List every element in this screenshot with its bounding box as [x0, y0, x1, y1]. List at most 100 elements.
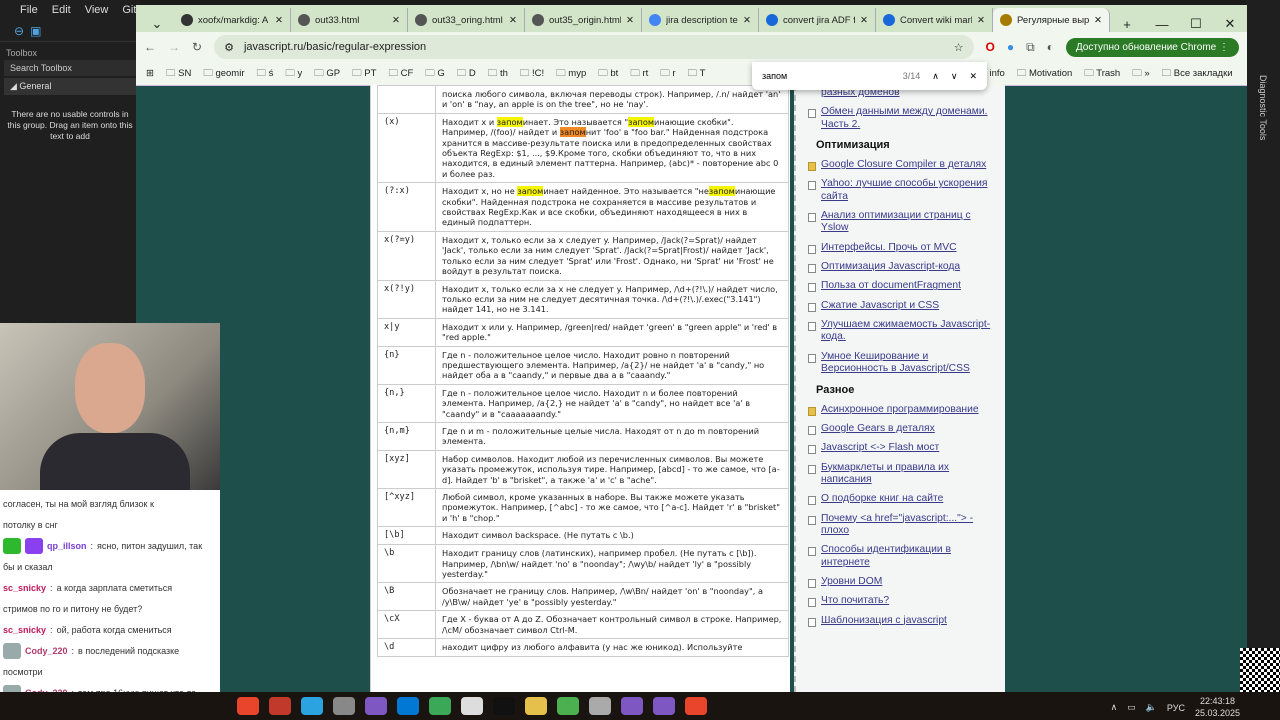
extension-icon[interactable]: ●	[1007, 40, 1014, 54]
bookmark-item[interactable]: 🗀 Trash	[1084, 66, 1120, 82]
sidebar-item[interactable]: Интерфейсы. Прочь от MVC	[796, 240, 1005, 259]
site-info-icon[interactable]: ⚙	[224, 41, 234, 54]
sidebar-link[interactable]: Почему <a href="javascript:..."> - плохо	[821, 513, 997, 538]
bookmark-item[interactable]: 🗀 GP	[314, 66, 340, 82]
tab-item[interactable]: xoofx/markdig: A fast ✕	[174, 8, 291, 32]
bookmark-item[interactable]: 🗀 Все закладки	[1162, 66, 1233, 82]
diagnostic-tools-label[interactable]: Diagnostic Tools	[1258, 75, 1268, 140]
tab-item[interactable]: out33_oring.html ✕	[408, 8, 525, 32]
find-next-button[interactable]: ∨	[951, 71, 958, 82]
sidebar-item[interactable]: О подборке книг на сайте	[796, 491, 1005, 510]
tab-close-icon[interactable]: ✕	[977, 15, 985, 26]
sidebar-item[interactable]: Сжатие Javascript и CSS	[796, 298, 1005, 317]
back-icon[interactable]: ⊖	[14, 24, 24, 38]
chat-username[interactable]: sc_snicky	[3, 625, 46, 635]
sidebar-item[interactable]: Google Closure Compiler в деталях	[796, 157, 1005, 176]
tray-chevron-icon[interactable]: ∧	[1111, 702, 1118, 713]
taskbar-app-icon[interactable]	[621, 697, 643, 715]
sidebar-link[interactable]: Асинхронное программирование	[821, 404, 979, 416]
sidebar-item[interactable]: Оптимизация Javascript-кода	[796, 259, 1005, 278]
sidebar-link[interactable]: Google Gears в деталях	[821, 423, 935, 435]
sidebar-link[interactable]: Умное Кеширование и Версионность в Javas…	[821, 351, 997, 376]
new-tab-button[interactable]: +	[1110, 17, 1144, 32]
bookmark-item[interactable]: 🗀 Motivation	[1017, 66, 1072, 82]
sidebar-item[interactable]: Асинхронное программирование	[796, 402, 1005, 421]
bookmark-item[interactable]: 🗀 SN	[166, 66, 191, 82]
taskbar-app-icon[interactable]	[269, 697, 291, 715]
sidebar-item[interactable]: Улучшаем сжимаемость Javascript-кода.	[796, 317, 1005, 349]
sidebar-item[interactable]: Обмен данными между доменами. Часть 2.	[796, 104, 1005, 136]
find-input[interactable]: запом	[762, 71, 891, 81]
opera-extension-icon[interactable]: O	[986, 40, 995, 54]
sidebar-item[interactable]: Способы идентификации в интернете	[796, 542, 1005, 574]
chat-username[interactable]: sc_snicky	[3, 583, 46, 593]
taskbar-app-icon[interactable]	[333, 697, 355, 715]
sidebar-item[interactable]: Yahoo: лучшие способы ускорения сайта	[796, 176, 1005, 208]
taskbar-app-icon[interactable]	[365, 697, 387, 715]
tab-close-icon[interactable]: ✕	[392, 15, 400, 26]
taskbar-app-icon[interactable]	[429, 697, 451, 715]
find-prev-button[interactable]: ∧	[932, 71, 939, 82]
bookmark-item[interactable]: 🗀 y	[285, 66, 302, 82]
sidebar-link[interactable]: Интерфейсы. Прочь от MVC	[821, 242, 957, 254]
sidebar-link[interactable]: Шаблонизация с javascript	[821, 615, 947, 627]
bookmark-item[interactable]: 🗀 th	[488, 66, 508, 82]
volume-icon[interactable]: 🔈	[1146, 702, 1157, 713]
save-icon[interactable]: ▣	[30, 24, 41, 38]
sidebar-link[interactable]: Уровни DOM	[821, 576, 882, 588]
apps-icon[interactable]: ⊞	[146, 68, 154, 79]
tab-close-icon[interactable]: ✕	[275, 15, 283, 26]
bookmark-item[interactable]: 🗀 PT	[352, 66, 376, 82]
bookmark-item[interactable]: 🗀 myp	[556, 66, 586, 82]
maximize-button[interactable]: ☐	[1179, 16, 1213, 32]
minimize-button[interactable]: —	[1145, 17, 1179, 32]
back-button[interactable]: ←	[144, 40, 156, 54]
toolbox-search-input[interactable]: Search Toolbox	[4, 60, 140, 76]
vs-menu-view[interactable]: View	[85, 4, 109, 16]
tab-item[interactable]: Регулярные выраж ✕	[993, 8, 1110, 32]
sidebar-link[interactable]: Yahoo: лучшие способы ускорения сайта	[821, 178, 997, 203]
bookmark-item[interactable]: 🗀 r	[660, 66, 675, 82]
sidebar-link[interactable]: Javascript <-> Flash мост	[821, 442, 939, 454]
taskbar-app-icon[interactable]	[301, 697, 323, 715]
taskbar-app-icon[interactable]	[237, 697, 259, 715]
tab-close-icon[interactable]: ✕	[860, 15, 868, 26]
bookmark-item[interactable]: 🗀 G	[425, 66, 445, 82]
toolbox-general-group[interactable]: ◢ General	[4, 78, 140, 95]
tab-item[interactable]: out35_origin.html ✕	[525, 8, 642, 32]
bookmark-item[interactable]: 🗀 bt	[598, 66, 618, 82]
tab-close-icon[interactable]: ✕	[509, 15, 517, 26]
chat-username[interactable]: Cody_220	[25, 646, 68, 656]
sidebar-link[interactable]: Что почитать?	[821, 595, 889, 607]
tab-item[interactable]: jira description text ✕	[642, 8, 759, 32]
tab-item[interactable]: Convert wiki markup ✕	[876, 8, 993, 32]
sidebar-item[interactable]: Почему <a href="javascript:..."> - плохо	[796, 511, 1005, 543]
chrome-update-button[interactable]: Доступно обновление Chrome ⋮	[1065, 37, 1239, 57]
bookmark-item[interactable]: 🗀 »	[1132, 66, 1149, 82]
sidebar-link[interactable]: Анализ оптимизации страниц с Yslow	[821, 210, 997, 235]
sidebar-link[interactable]: Google Closure Compiler в деталях	[821, 159, 986, 171]
language-indicator[interactable]: РУС	[1167, 703, 1185, 713]
bookmark-item[interactable]: 🗀 D	[457, 66, 476, 82]
close-window-button[interactable]: ✕	[1213, 16, 1247, 32]
clock[interactable]: 22:43:18 25.03.2025	[1195, 696, 1240, 719]
bookmark-item[interactable]: 🗀 T	[688, 66, 706, 82]
vs-menu-edit[interactable]: Edit	[52, 4, 71, 16]
taskbar-app-icon[interactable]	[461, 697, 483, 715]
sidebar-item[interactable]: Польза от documentFragment	[796, 278, 1005, 297]
bookmark-item[interactable]: 🗀 rt	[630, 66, 648, 82]
tab-item[interactable]: out33.html ✕	[291, 8, 408, 32]
network-icon[interactable]: ▭	[1127, 702, 1136, 713]
vs-menu-git[interactable]: Git	[122, 4, 136, 16]
sidebar-link[interactable]: Сжатие Javascript и CSS	[821, 300, 939, 312]
reload-button[interactable]: ↻	[192, 40, 202, 54]
tab-search-button[interactable]: ⌄	[140, 16, 174, 32]
address-bar[interactable]: ⚙ javascript.ru/basic/regular-expression ☆	[214, 35, 974, 59]
bookmark-star-icon[interactable]: ☆	[954, 41, 964, 54]
sidebar-item[interactable]: Анализ оптимизации страниц с Yslow	[796, 208, 1005, 240]
sidebar-item[interactable]: Умное Кеширование и Версионность в Javas…	[796, 349, 1005, 381]
tab-close-icon[interactable]: ✕	[626, 15, 634, 26]
sidebar-item[interactable]: Javascript <-> Flash мост	[796, 440, 1005, 459]
extensions-puzzle-icon[interactable]: ⧉	[1026, 40, 1035, 55]
sidebar-link[interactable]: Обмен данными между доменами. Часть 2.	[821, 106, 997, 131]
